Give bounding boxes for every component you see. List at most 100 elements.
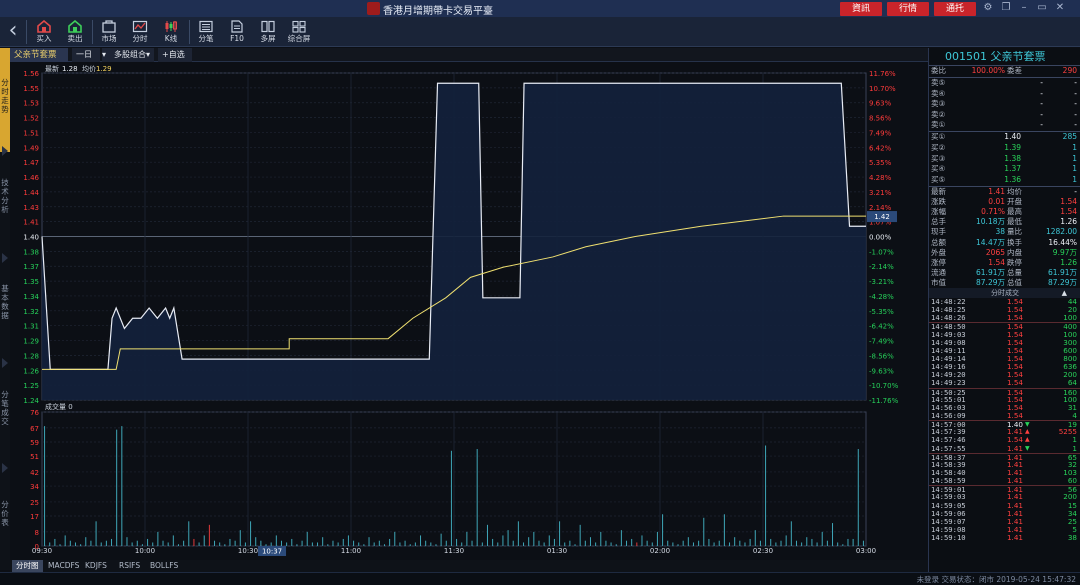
bid-label: 买③ [931,153,946,163]
market-button[interactable]: 市场 [96,18,122,46]
tick-time: 14:49:23 [931,378,966,388]
price-tick-label: 1.25 [23,382,39,390]
tab-bollfs[interactable]: BOLLFS [146,560,182,572]
overlay-select[interactable]: 多股组合 [110,48,146,62]
dropdown-arrow-icon[interactable]: ▾ [102,48,110,62]
stat-label: 外盘 [931,247,946,257]
price-tick-label: 1.31 [23,323,39,331]
tick-row: 14:48:26 1.54 100 [929,314,1080,322]
pct-tick-label: 5.35% [869,159,892,167]
volume-tick-label: 34 [30,483,39,491]
nav-fundamentals[interactable]: 基本数据 [0,284,10,344]
tab-rsifs[interactable]: RSIFS [115,560,144,572]
pct-tick-label: 11.76% [869,70,896,78]
indicator-tabs: 分时图 MACDFS KDJFS RSIFS BOLLFS [10,560,928,572]
restore-icon[interactable]: ❐ [999,1,1013,15]
collapse-up-icon[interactable]: ▲ [1062,288,1067,298]
stock-code: 001501 [945,50,987,63]
stat-value: 1.54 [1060,207,1077,217]
chart-header: 父亲节套票 一日 ▾ 多股组合 ▾ +自选 [10,48,928,62]
bid-volume: 1 [1072,153,1077,163]
tab-timeshare[interactable]: 分时图 [12,560,43,572]
ask-price: - [1040,109,1043,119]
timeshare-chart[interactable]: 1.56 11.76% 1.55 10.70% 1.53 9.63% 1.52 8.56% 1.… [10,62,928,556]
tick-price: 1.41 [1006,533,1023,543]
news-button[interactable]: 資訊 [840,2,882,16]
f10-button[interactable]: F10 [224,18,250,46]
bid-price: 1.36 [1004,175,1021,185]
trading-app: 香港月增期帶卡交易平臺 資訊 行情 通托 ⚙ ❐ – ▭ ✕ ‹ 买入 卖出 市… [0,0,1080,585]
tick-volume: 4 [1072,410,1077,420]
price-tick-label: 1.53 [23,100,39,108]
stat-value: 1.26 [1060,257,1077,267]
pct-tick-label: -2.14% [869,263,894,271]
volume-tick-label: 0 [35,543,39,551]
ask-volume: - [1074,88,1077,98]
stat-value: 10.18万 [976,217,1005,227]
nav-technical-label: 技术分析 [1,178,9,214]
minimize-icon[interactable]: – [1017,1,1031,15]
tick-button[interactable]: 分笔 [193,18,219,46]
composite-screen-label: 综合屏 [287,34,311,43]
dropdown-arrow-icon[interactable]: ▾ [146,48,154,62]
trade-button[interactable]: 通托 [934,2,976,16]
stat-row: 涨跌 0.01 开盘 1.54 [929,197,1080,208]
stat-value: 61.91万 [1048,267,1077,277]
nav-technical[interactable]: 技术分析 [0,178,10,238]
sell-button[interactable]: 卖出 [62,18,88,46]
volume-tick-label: 51 [30,453,39,461]
price-tick-label: 1.56 [23,70,39,78]
pct-tick-label: -8.56% [869,352,894,360]
bid-volume: 1 [1072,164,1077,174]
add-watchlist-button[interactable]: +自选 [158,48,192,62]
tick-time: 14:59:10 [931,533,966,543]
pct-tick-label: -3.21% [869,278,894,286]
price-tick-label: 1.46 [23,174,39,182]
tick-time: 14:48:26 [931,313,966,323]
buy-button[interactable]: 买入 [31,18,57,46]
multiscreen-button[interactable]: 多屏 [255,18,281,46]
settings-icon[interactable]: ⚙ [981,1,995,15]
ask-row: 卖① - - [929,120,1080,131]
maximize-icon[interactable]: ▭ [1035,1,1049,15]
tick-icon [199,20,213,33]
stock-tab[interactable]: 父亲节套票 [10,48,68,62]
nav-timeshare[interactable]: 分时走势 [0,48,10,152]
tick-price: 1.54 [1006,410,1023,420]
price-tick-label: 1.43 [23,204,39,212]
close-icon[interactable]: ✕ [1053,1,1067,15]
pct-tick-label: 0.00% [869,234,892,242]
chart-area: 1.56 11.76% 1.55 10.70% 1.53 9.63% 1.52 8.56% 1.… [10,62,928,556]
ask-row: 卖④ - - [929,89,1080,100]
timeshare-label: 分时 [132,34,148,43]
tick-volume: 1 [1072,443,1077,453]
quote-title: 001501 父亲节套票 [929,48,1080,66]
stat-label: 流通 [931,267,946,277]
timeshare-button[interactable]: 分时 [127,18,153,46]
ask-price: - [1040,88,1043,98]
nav-ticks[interactable]: 分笔成交 [0,390,10,450]
pct-tick-label: -9.63% [869,367,894,375]
price-tick-label: 1.55 [23,85,39,93]
toolbar-divider [92,20,93,44]
back-button[interactable]: ‹ [2,17,24,47]
tab-kdjfs[interactable]: KDJFS [81,560,111,572]
nav-arrow-icon [2,463,8,473]
period-select[interactable]: 一日 [72,48,100,62]
stat-label: 均价 [1007,187,1022,196]
stat-value: 0.71% [981,207,1005,217]
ticks-list[interactable]: 14:48:22 1.54 44 14:48:25 1.54 20 14:48:26 1.54… [929,297,1080,543]
volume-tick-label: 25 [30,499,39,507]
pct-tick-label: 4.28% [869,174,892,182]
quote-panel: 001501 父亲节套票 委比 100.00% 委差 290 分时成交 ▲ 14:48:… [928,48,1080,572]
nav-price-table[interactable]: 分价表 [0,500,10,560]
stat-value: 1282.00 [1045,227,1077,237]
pct-tick-label: 6.42% [869,144,892,152]
pct-tick-label: 9.63% [869,100,892,108]
composite-screen-button[interactable]: 综合屏 [286,18,312,46]
stat-label: 总值 [1007,277,1022,287]
quotes-button[interactable]: 行情 [887,2,929,16]
price-tick-label: 1.47 [23,159,39,167]
kline-button[interactable]: K线 [158,18,184,46]
tab-macdfs[interactable]: MACDFS [44,560,83,572]
